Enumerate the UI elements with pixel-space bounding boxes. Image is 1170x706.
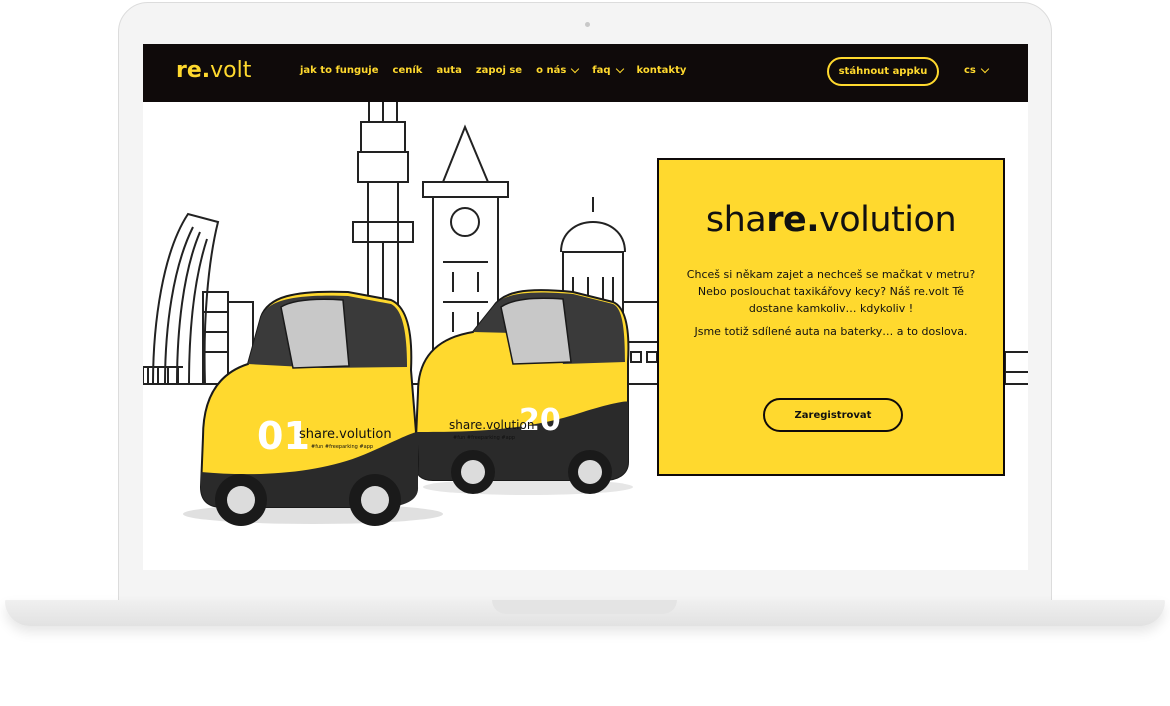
website-screen: re.volt jak to funguje ceník auta zapoj … (143, 44, 1028, 570)
nav-item-join[interactable]: zapoj se (476, 65, 522, 76)
car-20-tagline: #fun #freeparking #app (453, 435, 515, 441)
laptop-base (5, 600, 1165, 626)
nav-item-about[interactable]: o nás (536, 64, 580, 76)
nav-item-cars[interactable]: auta (436, 65, 461, 76)
main-menu: jak to funguje ceník auta zapoj se o nás… (300, 64, 700, 76)
car-01: 01 share.volution #fun #freeparking #app (199, 290, 420, 526)
nav-item-pricing[interactable]: ceník (393, 65, 423, 76)
hero-card: share.volution Chceš si někam zajet a ne… (657, 158, 1005, 476)
car-20: 20 share.volution #fun #freeparking #app (413, 289, 630, 494)
car-01-tagline: #fun #freeparking #app (311, 444, 373, 450)
top-navigation: re.volt jak to funguje ceník auta zapoj … (143, 44, 1028, 102)
chevron-down-icon (980, 64, 990, 74)
hero-brand-title: share.volution (705, 200, 957, 240)
hero-paragraph-2: Jsme totiž sdílené auta na baterky… a to… (694, 325, 968, 338)
car-01-brand: share.volution (299, 427, 392, 442)
language-selector[interactable]: cs (964, 64, 990, 76)
nav-item-contacts[interactable]: kontakty (637, 65, 687, 76)
hero-paragraph-1: Chceš si někam zajet a nechceš se mačkat… (686, 268, 976, 315)
chevron-down-icon (571, 64, 580, 74)
chevron-down-icon (615, 64, 624, 74)
nav-item-faq[interactable]: faq (592, 64, 624, 76)
download-app-button[interactable]: stáhnout appku (827, 57, 939, 86)
camera-dot (585, 22, 590, 27)
car-20-brand: share.volution (449, 418, 534, 432)
register-button[interactable]: Zaregistrovat (763, 398, 903, 432)
laptop-notch (492, 600, 677, 614)
hero-description: Chceš si někam zajet a nechceš se mačkat… (679, 266, 983, 346)
nav-item-how-it-works[interactable]: jak to funguje (300, 65, 379, 76)
site-logo[interactable]: re.volt (176, 58, 251, 83)
